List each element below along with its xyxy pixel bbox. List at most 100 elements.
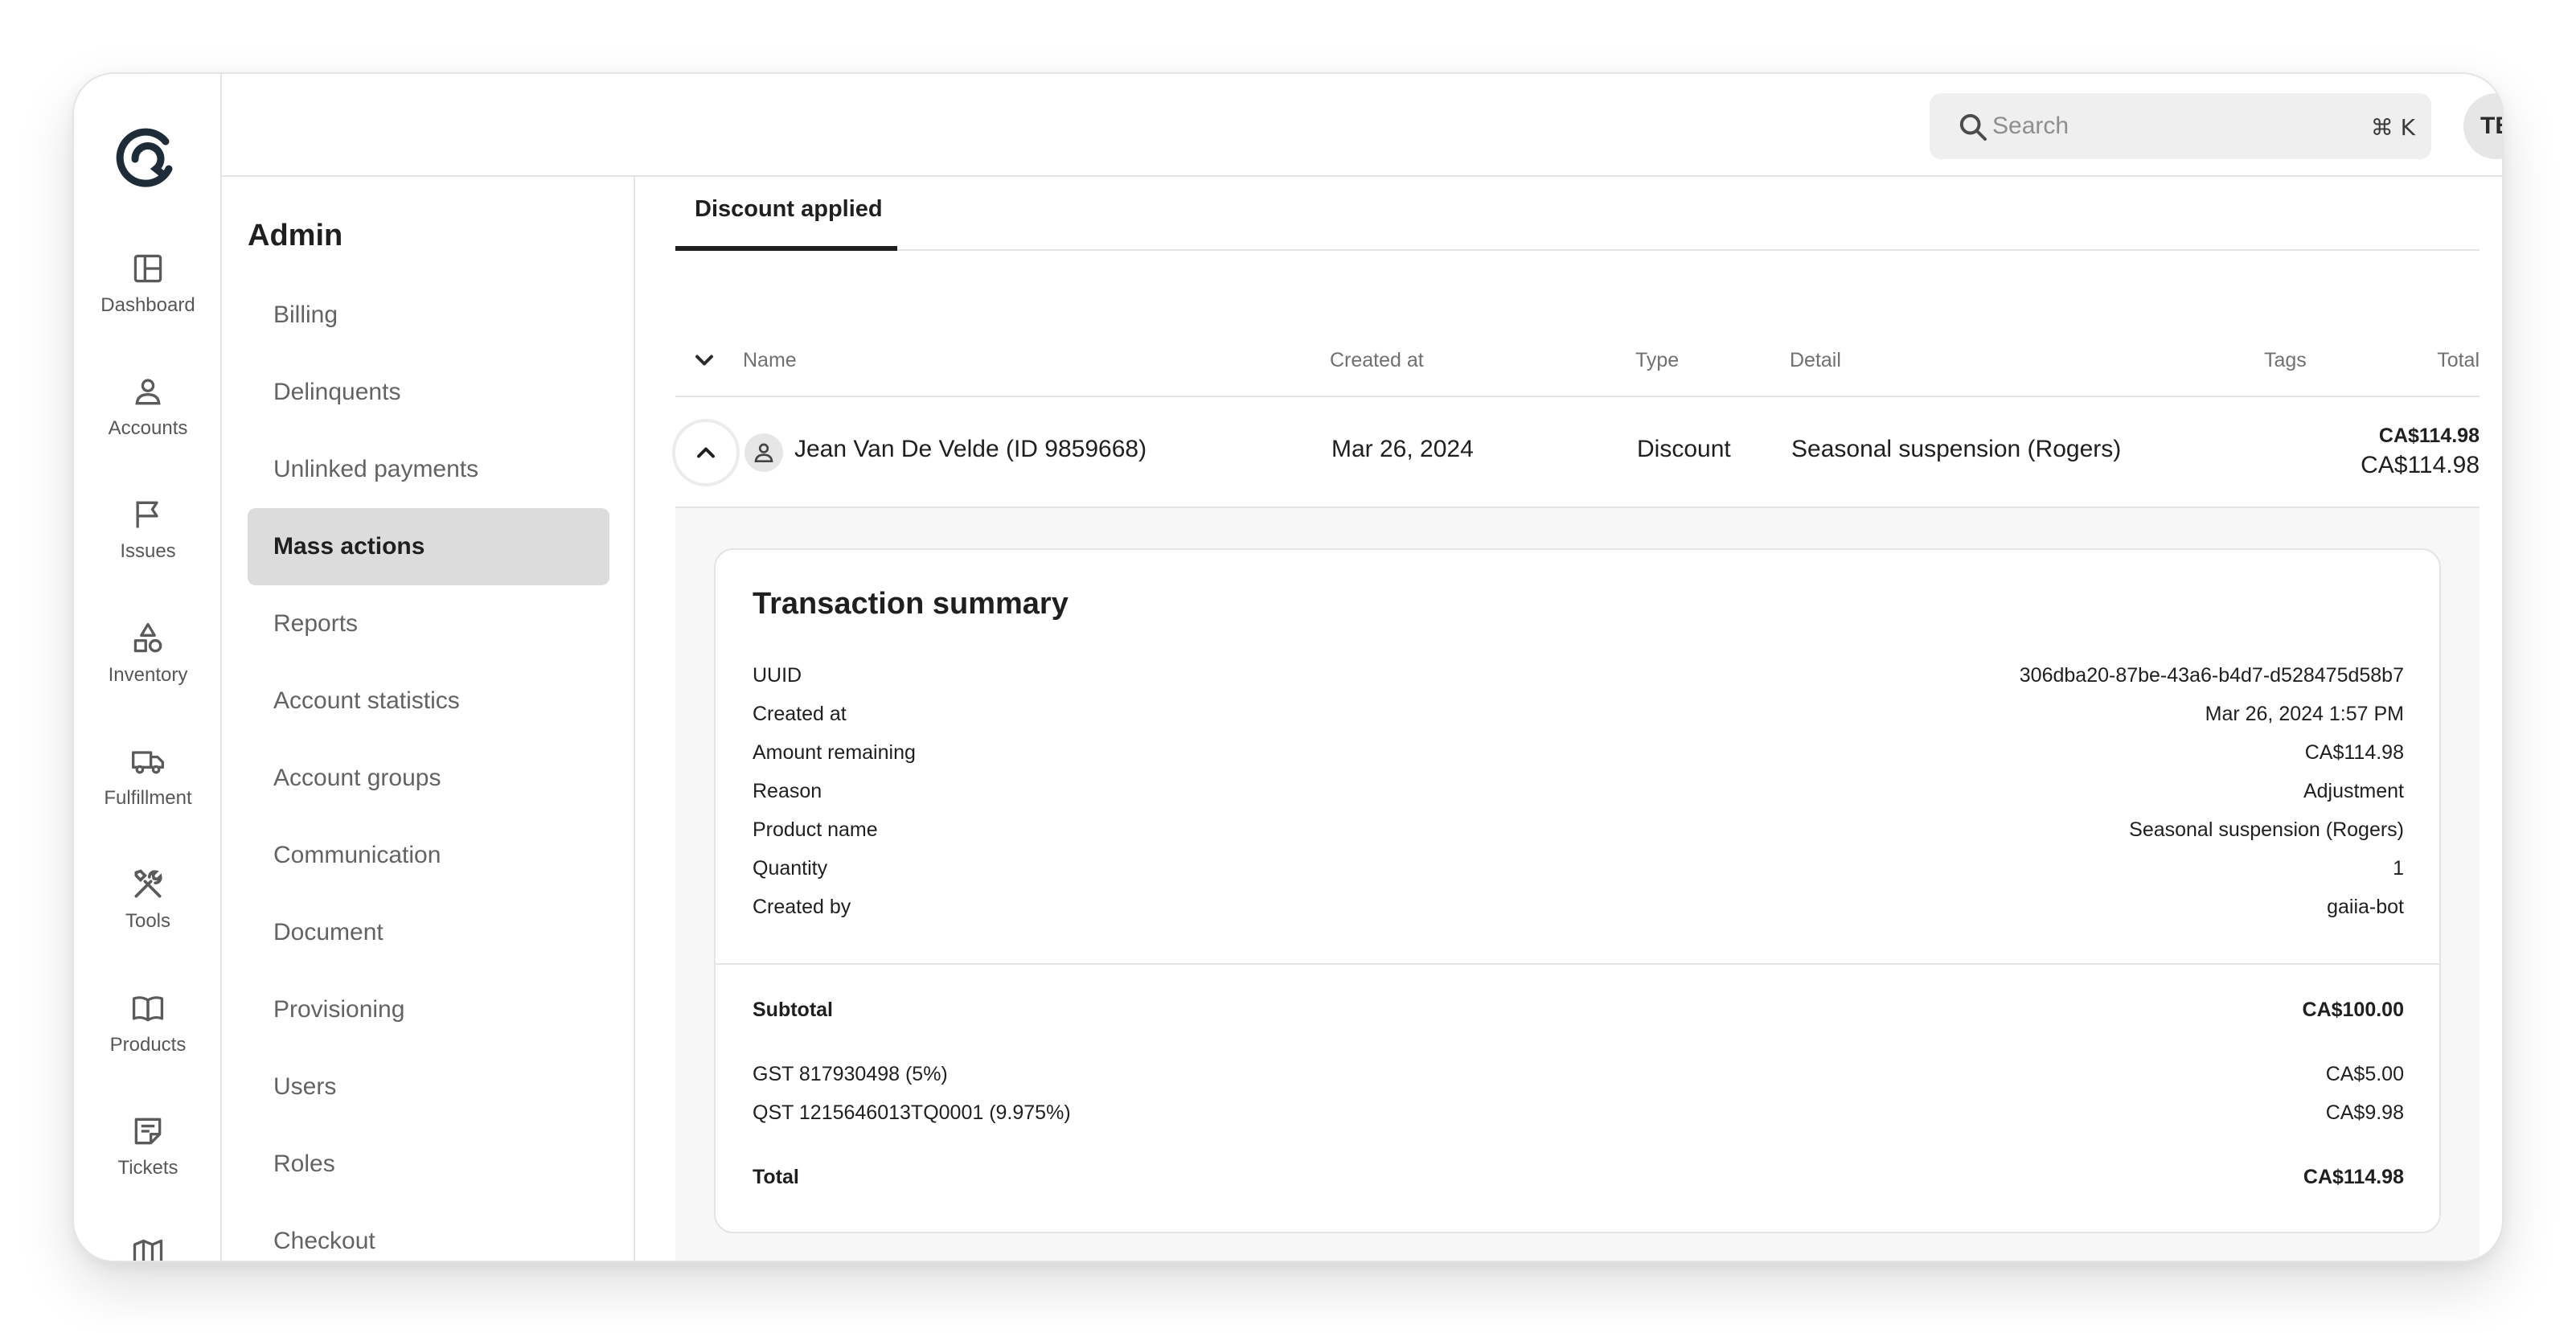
- field-label: Amount remaining: [753, 741, 916, 764]
- rail-item-issues[interactable]: Issues: [74, 497, 222, 593]
- admin-item-mass-actions[interactable]: Mass actions: [248, 508, 609, 585]
- icon-rail: Dashboard Accounts Issues Inventory Fulf: [74, 74, 222, 1261]
- subtotal-value: CA$100.00: [2302, 999, 2404, 1021]
- total-label: Total: [753, 1166, 799, 1188]
- column-header-total[interactable]: Total: [2437, 349, 2480, 372]
- collapse-row-button[interactable]: [675, 422, 736, 483]
- field-value: 1: [2393, 857, 2404, 880]
- summary-tax-qst: QST 1215646013TQ0001 (9.975%) CA$9.98: [753, 1101, 2404, 1134]
- admin-sidebar: Admin Billing Delinquents Unlinked payme…: [222, 177, 635, 1261]
- rail-item-tickets[interactable]: Tickets: [74, 1114, 222, 1210]
- summary-field-created-at: Created at Mar 26, 2024 1:57 PM: [753, 703, 2404, 735]
- summary-field-amount-remaining: Amount remaining CA$114.98: [753, 741, 2404, 773]
- tab-discount-applied[interactable]: Discount applied: [675, 177, 897, 251]
- summary-field-uuid: UUID 306dba20-87be-43a6-b4d7-d528475d58b…: [753, 664, 2404, 696]
- rail-label: Fulfillment: [104, 787, 192, 809]
- app-window: Dashboard Accounts Issues Inventory Fulf: [72, 72, 2504, 1262]
- expanded-row-panel: Transaction summary UUID 306dba20-87be-4…: [675, 508, 2480, 1261]
- column-header-created-at[interactable]: Created at: [1330, 349, 1424, 372]
- rail-label: Accounts: [108, 417, 188, 439]
- rail-item-map[interactable]: [74, 1236, 222, 1261]
- admin-item-checkout[interactable]: Checkout: [248, 1203, 609, 1261]
- summary-subtotal: Subtotal CA$100.00: [753, 999, 2404, 1031]
- account-avatar: [744, 433, 783, 472]
- table-row[interactable]: Jean Van De Velde (ID 9859668) Mar 26, 2…: [675, 397, 2480, 508]
- chevron-up-icon: [697, 447, 715, 458]
- field-value: Seasonal suspension (Rogers): [2129, 818, 2404, 841]
- rail-item-tools[interactable]: Tools: [74, 867, 222, 963]
- summary-total: Total CA$114.98: [753, 1166, 2404, 1198]
- table-header: Name Created at Type Detail Tags Total: [675, 331, 2480, 397]
- field-label: UUID: [753, 664, 802, 687]
- rail-label: Inventory: [108, 664, 188, 686]
- admin-item-document[interactable]: Document: [248, 894, 609, 971]
- row-type: Discount: [1637, 436, 1731, 462]
- field-value: CA$114.98: [2304, 741, 2404, 764]
- rail-item-accounts[interactable]: Accounts: [74, 374, 222, 470]
- admin-item-unlinked-payments[interactable]: Unlinked payments: [248, 431, 609, 508]
- admin-item-delinquents[interactable]: Delinquents: [248, 354, 609, 431]
- rail-item-dashboard[interactable]: Dashboard: [74, 251, 222, 347]
- card-title: Transaction summary: [753, 587, 1069, 621]
- rail-item-products[interactable]: Products: [74, 991, 222, 1087]
- subtotal-label: Subtotal: [753, 999, 833, 1021]
- column-header-type[interactable]: Type: [1635, 349, 1679, 372]
- total-value: CA$114.98: [2303, 1166, 2404, 1188]
- field-value: Adjustment: [2303, 780, 2404, 802]
- transaction-summary-card: Transaction summary UUID 306dba20-87be-4…: [714, 548, 2441, 1233]
- search-input[interactable]: [1992, 93, 2346, 159]
- field-label: Quantity: [753, 857, 828, 880]
- user-avatar[interactable]: TB: [2463, 93, 2502, 159]
- admin-title: Admin: [248, 219, 343, 252]
- search-icon: [1959, 113, 1987, 141]
- search-shortcut: ⌘ K: [2370, 114, 2415, 141]
- row-total-secondary: CA$114.98: [2361, 452, 2480, 478]
- rail-label: Issues: [120, 540, 176, 562]
- tax-label: GST 817930498 (5%): [753, 1063, 948, 1085]
- row-name[interactable]: Jean Van De Velde (ID 9859668): [794, 436, 1146, 463]
- tax-value: CA$9.98: [2325, 1101, 2404, 1124]
- layout-icon: [133, 254, 162, 283]
- admin-item-billing[interactable]: Billing: [248, 277, 609, 354]
- top-bar: ⌘ K TB: [222, 74, 2502, 177]
- column-header-name[interactable]: Name: [743, 349, 797, 372]
- field-value: Mar 26, 2024 1:57 PM: [2205, 703, 2404, 725]
- logo-icon[interactable]: [113, 124, 180, 193]
- admin-item-provisioning[interactable]: Provisioning: [248, 971, 609, 1048]
- summary-field-product-name: Product name Seasonal suspension (Rogers…: [753, 818, 2404, 851]
- admin-item-roles[interactable]: Roles: [248, 1126, 609, 1203]
- search-box[interactable]: ⌘ K: [1930, 93, 2431, 159]
- field-label: Created at: [753, 703, 847, 725]
- column-header-tags[interactable]: Tags: [2264, 349, 2307, 372]
- rail-item-fulfillment[interactable]: Fulfillment: [74, 744, 222, 840]
- chevron-down-icon[interactable]: [690, 346, 719, 375]
- person-icon: [754, 443, 773, 462]
- rail-label: Tools: [125, 910, 171, 932]
- admin-item-account-statistics[interactable]: Account statistics: [248, 662, 609, 740]
- field-label: Product name: [753, 818, 878, 841]
- field-value: gaiia-bot: [2327, 896, 2404, 918]
- rail-label: Dashboard: [100, 294, 195, 316]
- column-header-detail[interactable]: Detail: [1790, 349, 1841, 372]
- row-total-primary: CA$114.98: [2378, 425, 2480, 447]
- admin-item-reports[interactable]: Reports: [248, 585, 609, 662]
- row-created-at: Mar 26, 2024: [1331, 436, 1474, 462]
- summary-tax-gst: GST 817930498 (5%) CA$5.00: [753, 1063, 2404, 1095]
- note-icon: [134, 1118, 162, 1145]
- summary-field-created-by: Created by gaiia-bot: [753, 896, 2404, 928]
- flag-icon: [136, 501, 158, 528]
- summary-field-reason: Reason Adjustment: [753, 780, 2404, 812]
- admin-item-communication[interactable]: Communication: [248, 817, 609, 894]
- admin-item-account-groups[interactable]: Account groups: [248, 740, 609, 817]
- shapes-icon: [133, 622, 162, 653]
- tax-value: CA$5.00: [2325, 1063, 2404, 1085]
- field-label: Reason: [753, 780, 822, 802]
- rail-item-inventory[interactable]: Inventory: [74, 621, 222, 717]
- field-label: Created by: [753, 896, 851, 918]
- divider: [716, 963, 2439, 965]
- person-icon: [135, 379, 161, 405]
- row-detail: Seasonal suspension (Rogers): [1791, 436, 2122, 462]
- truck-icon: [132, 751, 164, 774]
- admin-item-users[interactable]: Users: [248, 1048, 609, 1126]
- rail-label: Tickets: [117, 1157, 178, 1179]
